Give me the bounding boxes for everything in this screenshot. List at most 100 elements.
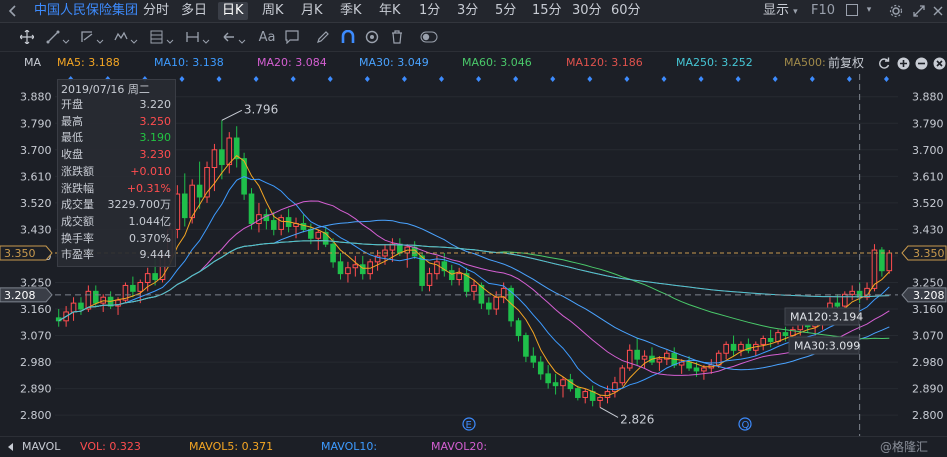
candle-body[interactable] xyxy=(315,231,322,239)
candle-body[interactable] xyxy=(693,367,700,372)
candle-body[interactable] xyxy=(196,184,203,198)
event-marker-icon[interactable] xyxy=(216,76,222,82)
candle-body[interactable] xyxy=(552,382,559,387)
candle-body[interactable] xyxy=(523,335,529,357)
earnings-marker-icon[interactable]: E xyxy=(462,417,476,431)
event-marker-icon[interactable] xyxy=(661,76,667,82)
candle-body[interactable] xyxy=(871,249,878,289)
candle-body[interactable] xyxy=(530,355,537,363)
expand-icon[interactable] xyxy=(910,2,928,20)
event-marker-icon[interactable] xyxy=(624,76,630,82)
wave-tool-icon[interactable] xyxy=(112,28,142,46)
candle-body[interactable] xyxy=(70,302,77,313)
candle-body[interactable] xyxy=(849,290,856,295)
event-marker-icon[interactable] xyxy=(290,76,296,82)
candle-body[interactable] xyxy=(730,343,737,351)
tab-60min[interactable]: 60分 xyxy=(611,2,641,20)
tab-multi-day[interactable]: 多日 xyxy=(181,2,207,20)
adjust-mode-button[interactable]: 前复权 xyxy=(828,56,864,70)
candle-body[interactable] xyxy=(597,396,603,401)
tab-3min[interactable]: 3分 xyxy=(457,2,478,20)
magnet-icon[interactable] xyxy=(339,28,357,46)
candle-body[interactable] xyxy=(493,296,500,310)
event-marker-icon[interactable] xyxy=(401,76,407,82)
checkbox-icon[interactable] xyxy=(845,3,859,17)
event-marker-icon[interactable] xyxy=(253,76,259,82)
chevron-down-icon[interactable]: ▾ xyxy=(862,3,876,17)
candle-body[interactable] xyxy=(575,388,581,398)
candle-body[interactable] xyxy=(560,379,566,387)
candle-body[interactable] xyxy=(456,273,462,281)
candle-body[interactable] xyxy=(152,273,158,281)
back-arrow-icon[interactable] xyxy=(4,2,22,20)
candle-body[interactable] xyxy=(656,358,663,363)
tab-day-k[interactable]: 日K xyxy=(218,2,248,20)
line-tool-icon[interactable] xyxy=(44,28,74,46)
candle-body[interactable] xyxy=(248,193,255,225)
plus-circle-icon[interactable] xyxy=(895,56,911,70)
event-marker-icon[interactable] xyxy=(476,76,482,82)
event-marker-icon[interactable] xyxy=(809,76,815,82)
candle-body[interactable] xyxy=(723,343,729,354)
candle-body[interactable] xyxy=(419,255,425,286)
candle-body[interactable] xyxy=(359,264,366,275)
close-icon[interactable] xyxy=(929,2,947,20)
quarter-marker-icon[interactable]: Q xyxy=(738,417,752,431)
event-marker-icon[interactable] xyxy=(327,76,333,82)
tab-intraday[interactable]: 分时 xyxy=(143,2,169,20)
event-marker-icon[interactable] xyxy=(883,76,889,82)
event-marker-icon[interactable] xyxy=(735,76,741,82)
candle-body[interactable] xyxy=(767,338,774,342)
event-marker-icon[interactable] xyxy=(846,76,852,82)
candle-body[interactable] xyxy=(300,223,307,230)
candle-body[interactable] xyxy=(782,332,789,337)
refresh-icon[interactable] xyxy=(876,56,892,70)
ma-indicator-label[interactable]: MA xyxy=(24,56,41,70)
candle-body[interactable] xyxy=(78,302,84,310)
f10-button[interactable]: F10 xyxy=(811,2,835,20)
candle-body[interactable] xyxy=(181,193,188,219)
event-marker-icon[interactable] xyxy=(439,76,445,82)
candle-body[interactable] xyxy=(760,338,767,345)
mavol-label[interactable]: MAVOL xyxy=(22,440,60,454)
ray-tool-icon[interactable] xyxy=(78,28,108,46)
gear-icon[interactable] xyxy=(887,2,905,20)
trash-icon[interactable] xyxy=(388,28,406,46)
candle-body[interactable] xyxy=(448,270,455,281)
candle-body[interactable] xyxy=(537,361,544,375)
event-marker-icon[interactable] xyxy=(513,76,519,82)
candle-body[interactable] xyxy=(589,391,596,401)
close-icon[interactable] xyxy=(931,56,947,70)
text-tool-icon[interactable]: Aa xyxy=(256,28,278,46)
candle-body[interactable] xyxy=(137,281,144,292)
tab-year-k[interactable]: 年K xyxy=(379,2,401,20)
candle-body[interactable] xyxy=(100,296,107,304)
candle-body[interactable] xyxy=(619,367,626,384)
event-marker-icon[interactable] xyxy=(550,76,556,82)
event-marker-icon[interactable] xyxy=(698,76,704,82)
candle-body[interactable] xyxy=(471,284,477,292)
move-tool-icon[interactable] xyxy=(18,28,36,46)
display-dropdown[interactable]: 显示 ▾ xyxy=(763,2,798,21)
stock-name[interactable]: 中国人民保险集团 xyxy=(34,2,138,20)
candle-body[interactable] xyxy=(626,349,633,369)
candle-body[interactable] xyxy=(144,273,151,283)
range-tool-icon[interactable] xyxy=(184,28,214,46)
candle-body[interactable] xyxy=(486,302,492,310)
candle-body[interactable] xyxy=(226,137,233,166)
toggle-icon[interactable] xyxy=(418,28,440,46)
event-marker-icon[interactable] xyxy=(364,76,370,82)
candle-body[interactable] xyxy=(545,373,551,384)
arrow-tool-icon[interactable] xyxy=(220,28,250,46)
candle-body[interactable] xyxy=(345,267,351,275)
event-marker-icon[interactable] xyxy=(587,76,593,82)
pencil-icon[interactable] xyxy=(314,28,332,46)
candle-body[interactable] xyxy=(715,352,722,366)
candle-body[interactable] xyxy=(426,273,433,286)
candle-body[interactable] xyxy=(337,261,344,275)
candle-body[interactable] xyxy=(92,290,99,304)
candle-body[interactable] xyxy=(701,367,707,372)
candle-body[interactable] xyxy=(834,302,841,307)
candle-body[interactable] xyxy=(582,391,589,398)
tab-quarter-k[interactable]: 季K xyxy=(340,2,362,20)
